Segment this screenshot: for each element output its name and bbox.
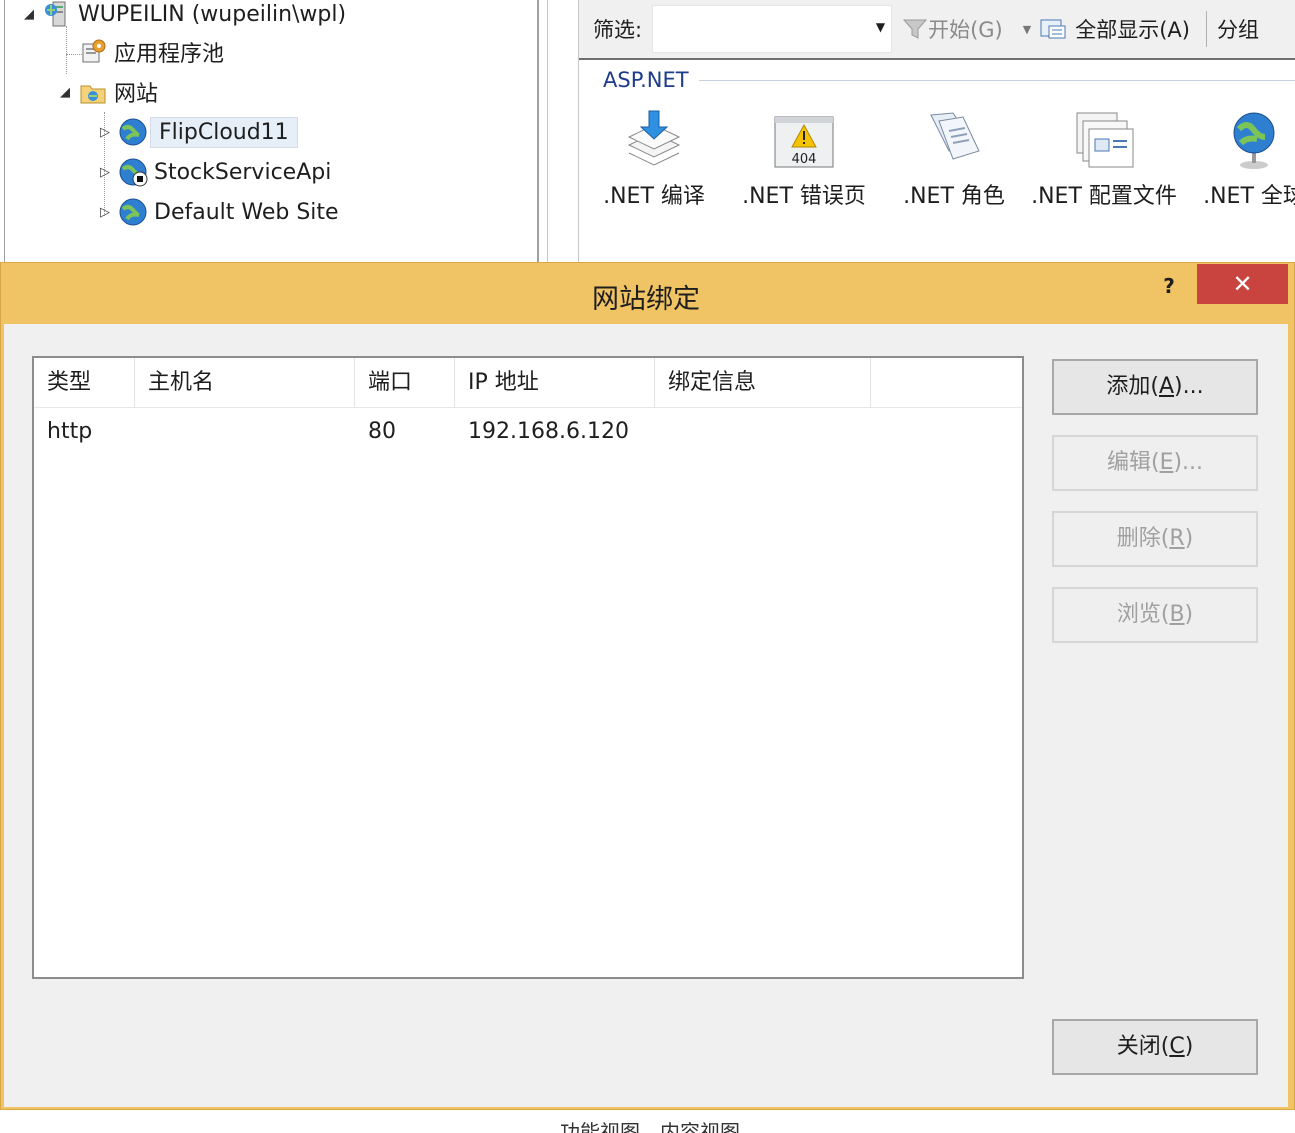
feature-label: .NET 编译	[603, 184, 705, 209]
tree-node-site-stockserviceapi[interactable]: ▷ StockServiceApi	[96, 154, 331, 190]
edit-button-suffix: )...	[1173, 450, 1204, 475]
features-view-pane: 筛选: ▼ 开始(G) ▼ 全部显示(A) 分组 ASP.NET .NET 编译…	[578, 0, 1295, 262]
feature-net-profile[interactable]: .NET 配置文件	[1029, 108, 1179, 214]
expand-arrow-icon[interactable]: ▷	[96, 165, 114, 180]
column-header-type[interactable]: 类型	[34, 358, 135, 408]
cell-ip: 192.168.6.120	[468, 419, 629, 444]
column-header-info[interactable]: 绑定信息	[655, 358, 871, 408]
collapse-arrow-icon[interactable]: ◢	[56, 85, 74, 100]
browse-button[interactable]: 浏览(B)	[1052, 587, 1258, 643]
dialog-client-area: 类型 主机名 端口 IP 地址 绑定信息 http 80 192.168.6.1…	[4, 324, 1288, 1107]
edit-button-label: 编辑(	[1106, 450, 1160, 475]
add-button-label: 添加(	[1106, 374, 1159, 399]
tree-label-sites: 网站	[114, 82, 159, 107]
website-globe-icon	[118, 197, 148, 227]
remove-button-label: 删除(	[1116, 526, 1170, 551]
show-all-icon	[1040, 19, 1066, 39]
group-by-label: 分组	[1216, 18, 1259, 42]
go-button[interactable]: 开始(G)	[902, 14, 1003, 44]
toolbar-separator	[1205, 11, 1207, 47]
dropdown-arrow-icon[interactable]: ▼	[876, 20, 885, 34]
feature-net-compile[interactable]: .NET 编译	[579, 108, 729, 214]
tree-label-site: FlipCloud11	[150, 116, 298, 148]
feature-label: .NET 配置文件	[1031, 184, 1177, 209]
show-all-label: 全部显示(A)	[1075, 18, 1190, 42]
column-header-port[interactable]: 端口	[355, 358, 455, 408]
group-header-aspnet: ASP.NET	[603, 68, 1295, 92]
feature-label: .NET 全球	[1203, 184, 1295, 209]
error-page-icon: 404	[772, 108, 836, 172]
add-button[interactable]: 添加(A)...	[1052, 359, 1258, 415]
globe-icon	[1222, 108, 1286, 172]
column-header-ip[interactable]: IP 地址	[455, 358, 655, 408]
view-tabs: 功能视图 内容视图	[560, 1108, 740, 1133]
group-header-label: ASP.NET	[603, 68, 689, 92]
edit-button-key: E	[1159, 450, 1174, 475]
tree-node-site-default[interactable]: ▷ Default Web Site	[96, 194, 339, 230]
tab-features-view[interactable]: 功能视图	[560, 1116, 640, 1133]
tree-node-site-flipcloud11[interactable]: ▷ FlipCloud11	[96, 114, 298, 150]
go-button-label: 开始(G)	[928, 18, 1003, 42]
website-stopped-icon	[118, 157, 148, 187]
show-all-button[interactable]: ▼ 全部显示(A)	[1023, 14, 1190, 44]
tree-node-server[interactable]: ◢ WUPEILIN (wupeilin\wpl)	[20, 0, 346, 32]
filter-label: 筛选:	[593, 18, 643, 42]
group-by-button[interactable]: 分组	[1217, 14, 1259, 44]
connections-tree-pane: ◢ WUPEILIN (wupeilin\wpl) 应用程序池 ◢ 网站 ▷ F…	[0, 0, 548, 262]
tree-label-site: StockServiceApi	[154, 159, 332, 185]
close-button-label: 关闭(	[1116, 1034, 1170, 1059]
browse-button-label: 浏览(	[1116, 602, 1170, 627]
tree-label-app-pools: 应用程序池	[114, 42, 225, 67]
folder-icon	[78, 77, 108, 107]
tab-content-view[interactable]: 内容视图	[660, 1116, 740, 1133]
tree-node-sites[interactable]: ◢ 网站	[56, 74, 158, 110]
bindings-list[interactable]: 类型 主机名 端口 IP 地址 绑定信息 http 80 192.168.6.1…	[32, 356, 1024, 979]
app-pool-icon	[78, 37, 108, 67]
feature-net-error-pages[interactable]: 404 .NET 错误页	[729, 108, 879, 214]
remove-button[interactable]: 删除(R)	[1052, 511, 1258, 567]
help-button[interactable]: ?	[1151, 271, 1187, 301]
svg-text:404: 404	[792, 152, 817, 167]
expand-arrow-icon[interactable]: ▷	[96, 205, 114, 220]
edit-button[interactable]: 编辑(E)...	[1052, 435, 1258, 491]
table-row[interactable]: http 80 192.168.6.120	[34, 412, 1022, 452]
roles-icon	[922, 108, 986, 172]
collapse-arrow-icon[interactable]: ◢	[20, 7, 38, 22]
feature-net-globalization[interactable]: .NET 全球	[1179, 108, 1295, 214]
browse-button-suffix: )	[1184, 602, 1194, 627]
close-dialog-button[interactable]: 关闭(C)	[1052, 1019, 1258, 1075]
pane-splitter[interactable]	[537, 0, 539, 262]
add-button-suffix: )...	[1174, 374, 1204, 399]
group-header-rule	[698, 79, 1295, 81]
tree-node-app-pools[interactable]: 应用程序池	[74, 34, 224, 70]
compile-icon	[622, 108, 686, 172]
filter-toolbar: 筛选: ▼ 开始(G) ▼ 全部显示(A) 分组	[579, 0, 1295, 60]
filter-input[interactable]: ▼	[652, 5, 893, 53]
feature-label: .NET 错误页	[742, 184, 866, 209]
server-icon	[42, 0, 72, 29]
dialog-title: 网站绑定	[592, 284, 700, 315]
dialog-close-icon[interactable]: ✕	[1197, 264, 1288, 304]
column-header-host[interactable]: 主机名	[135, 358, 355, 408]
tree-label-server: WUPEILIN (wupeilin\wpl)	[78, 1, 347, 27]
bindings-list-header: 类型 主机名 端口 IP 地址 绑定信息	[34, 358, 1022, 408]
cell-type: http	[47, 419, 93, 444]
feature-net-roles[interactable]: .NET 角色	[879, 108, 1029, 214]
close-button-key: C	[1169, 1034, 1185, 1059]
remove-button-key: R	[1169, 526, 1185, 551]
tree-label-site: Default Web Site	[154, 199, 339, 225]
website-globe-icon	[118, 117, 148, 147]
site-bindings-dialog: 网站绑定 ? ✕ 类型 主机名 端口 IP 地址 绑定信息 http 80 19…	[0, 262, 1295, 1110]
dropdown-arrow-icon[interactable]: ▼	[1023, 23, 1031, 36]
funnel-icon	[902, 19, 928, 39]
cell-port: 80	[368, 419, 396, 444]
close-button-suffix: )	[1184, 1034, 1194, 1059]
add-button-key: A	[1158, 374, 1175, 399]
feature-label: .NET 角色	[903, 184, 1005, 209]
remove-button-suffix: )	[1184, 526, 1194, 551]
expand-arrow-icon[interactable]: ▷	[96, 125, 114, 140]
browse-button-key: B	[1169, 602, 1185, 627]
profile-icon	[1072, 108, 1136, 172]
